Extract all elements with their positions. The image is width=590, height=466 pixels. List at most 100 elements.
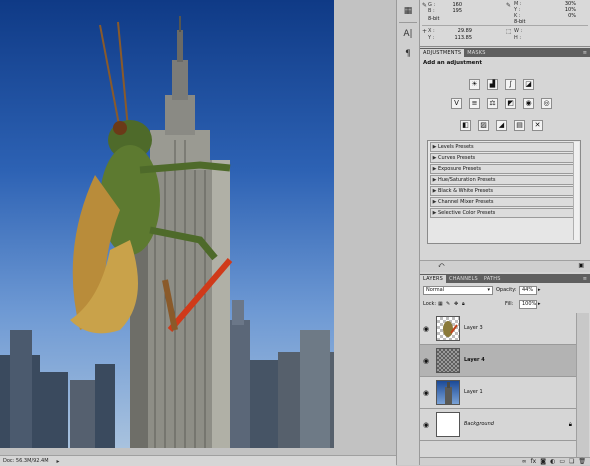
blend-mode-select[interactable]: Normal ▾ bbox=[423, 286, 493, 295]
presets-scrollbar[interactable] bbox=[573, 142, 579, 240]
adjustment-presets-list: ▶ Levels Presets ▶ Curves Presets ▶ Exposur… bbox=[427, 140, 581, 244]
preset-exposure[interactable]: ▶ Exposure Presets bbox=[430, 164, 578, 174]
tab-adjustments[interactable]: ADJUSTMENTS bbox=[420, 49, 465, 57]
document-size-readout[interactable]: Doc: 56.3M/92.4M bbox=[0, 458, 49, 464]
tab-channels[interactable]: CHANNELS bbox=[446, 275, 481, 283]
invert-icon[interactable]: ◧ bbox=[460, 120, 471, 131]
layer-row-layer-1[interactable]: ◉ Layer 1 bbox=[420, 377, 576, 409]
visibility-eye-icon[interactable]: ◉ bbox=[423, 421, 429, 429]
document-image[interactable] bbox=[0, 0, 334, 448]
grasshopper-thumbnail-art bbox=[443, 321, 458, 337]
lock-icon: 🔒︎ bbox=[568, 421, 572, 428]
status-bar: Doc: 56.3M/92.4M ▸ bbox=[0, 455, 396, 466]
layers-panel: Normal ▾ Opacity: 44% ▸ Lock: ▦ ✎ ✥ 🔒︎ F… bbox=[420, 283, 590, 465]
panel-column: ✎ G : 160 B : 195 ✎ M : 30% Y : 10% K : … bbox=[420, 0, 590, 465]
info-b-row: B : 195 bbox=[428, 8, 462, 14]
fill-input[interactable]: 100% bbox=[519, 300, 537, 309]
tab-paths[interactable]: PATHS bbox=[481, 275, 504, 283]
visibility-eye-icon[interactable]: ◉ bbox=[423, 325, 429, 333]
hue-saturation-icon[interactable]: ≡ bbox=[469, 98, 480, 109]
status-menu-arrow-icon[interactable]: ▸ bbox=[57, 458, 60, 465]
link-icon[interactable]: ∞ bbox=[522, 458, 527, 465]
preset-levels[interactable]: ▶ Levels Presets bbox=[430, 142, 578, 152]
return-to-list-icon[interactable]: ⤺ bbox=[438, 262, 444, 270]
preset-hue-saturation[interactable]: ▶ Hue/Saturation Presets bbox=[430, 175, 578, 185]
curves-icon[interactable]: ∫ bbox=[505, 79, 516, 90]
layer-row-layer-3[interactable]: ◉ Layer 3 bbox=[420, 313, 576, 345]
layer-name[interactable]: Layer 3 bbox=[464, 325, 483, 331]
selection-size-icon: ⬚ bbox=[506, 28, 512, 35]
crosshair-icon: + bbox=[422, 28, 428, 35]
lock-position-icon[interactable]: ✥ bbox=[454, 300, 458, 308]
visibility-eye-icon[interactable]: ◉ bbox=[423, 357, 429, 365]
adjustments-footer: ⤺ ▣ bbox=[420, 260, 590, 272]
expand-triangle-icon: ▶ bbox=[432, 210, 437, 216]
layer-thumbnail-checker bbox=[436, 348, 460, 373]
canvas-area[interactable]: Doc: 56.3M/92.4M ▸ bbox=[0, 0, 396, 466]
trash-icon[interactable]: 🗑︎ bbox=[578, 458, 586, 465]
adjustments-title: Add an adjustment bbox=[423, 60, 482, 66]
navigator-icon[interactable]: ▦ bbox=[399, 2, 417, 20]
tab-masks[interactable]: MASKS bbox=[464, 49, 488, 57]
layer-thumbnail-white bbox=[436, 412, 460, 437]
layer-name[interactable]: Layer 4 bbox=[464, 357, 485, 363]
layer-thumbnail-building bbox=[436, 380, 460, 405]
black-white-icon[interactable]: ◩ bbox=[505, 98, 516, 109]
channel-mixer-icon[interactable]: ◎ bbox=[541, 98, 552, 109]
layer-name[interactable]: Background bbox=[464, 421, 494, 427]
expand-triangle-icon: ▶ bbox=[432, 144, 437, 150]
composite-artwork bbox=[0, 16, 334, 448]
group-icon[interactable]: ▭ bbox=[559, 458, 565, 465]
layers-footer-toolbar: ∞ fx ◙ ◐ ▭ ❏ 🗑︎ bbox=[420, 457, 590, 465]
expand-triangle-icon: ▶ bbox=[432, 177, 437, 183]
collapsed-panel-dock: ▦ A| ¶ bbox=[396, 0, 420, 465]
gradient-map-icon[interactable]: ▤ bbox=[514, 120, 525, 131]
exposure-icon[interactable]: ◪ bbox=[523, 79, 534, 90]
info-bit-left: 8-bit bbox=[428, 16, 440, 22]
expand-triangle-icon: ▶ bbox=[432, 199, 437, 205]
layer-row-background[interactable]: ◉ Background 🔒︎ bbox=[420, 409, 576, 441]
layer-row-layer-4[interactable]: ◉ Layer 4 bbox=[420, 345, 576, 377]
vibrance-icon[interactable]: V bbox=[451, 98, 462, 109]
fill-slider-arrow-icon[interactable]: ▸ bbox=[538, 300, 541, 308]
threshold-icon[interactable]: ◢ bbox=[496, 120, 507, 131]
preset-channel-mixer[interactable]: ▶ Channel Mixer Presets bbox=[430, 197, 578, 207]
selective-color-icon[interactable]: ✕ bbox=[532, 120, 543, 131]
chevron-down-icon: ▾ bbox=[487, 287, 490, 293]
opacity-slider-arrow-icon[interactable]: ▸ bbox=[538, 286, 541, 294]
lock-pixels-icon[interactable]: ✎ bbox=[446, 300, 450, 308]
color-balance-icon[interactable]: ⚖ bbox=[487, 98, 498, 109]
layers-scrollbar[interactable] bbox=[576, 313, 589, 458]
posterize-icon[interactable]: ▨ bbox=[478, 120, 489, 131]
layers-panel-menu-icon[interactable]: ≡ bbox=[583, 275, 587, 283]
tab-layers[interactable]: LAYERS bbox=[420, 275, 446, 283]
preset-curves[interactable]: ▶ Curves Presets bbox=[430, 153, 578, 163]
adjustments-panel: Add an adjustment ☀ ▟ ∫ ◪ V ≡ ⚖ ◩ ◉ ◎ ◧ … bbox=[420, 57, 590, 272]
adjustment-layer-icon[interactable]: ◐ bbox=[550, 458, 555, 465]
dock-divider bbox=[399, 22, 417, 23]
opacity-input[interactable]: 44% bbox=[519, 286, 537, 295]
preset-black-white[interactable]: ▶ Black & White Presets bbox=[430, 186, 578, 196]
lock-transparency-icon[interactable]: ▦ bbox=[438, 300, 443, 308]
info-y-coord-row: Y : 113.85 bbox=[428, 35, 472, 41]
expand-triangle-icon: ▶ bbox=[432, 188, 437, 194]
fill-label: Fill: bbox=[505, 301, 514, 307]
fx-icon[interactable]: fx bbox=[531, 458, 537, 465]
clip-to-layer-icon[interactable]: ▣ bbox=[578, 262, 584, 269]
mask-icon[interactable]: ◙ bbox=[540, 458, 546, 465]
adjustments-panel-menu-icon[interactable]: ≡ bbox=[583, 49, 587, 57]
info-h-row: H : bbox=[514, 35, 522, 41]
new-layer-icon[interactable]: ❏ bbox=[569, 458, 574, 465]
character-panel-icon[interactable]: A| bbox=[399, 25, 417, 43]
layer-name[interactable]: Layer 1 bbox=[464, 389, 483, 395]
layer-thumbnail-grasshopper bbox=[436, 316, 460, 341]
paragraph-panel-icon[interactable]: ¶ bbox=[399, 45, 417, 63]
visibility-eye-icon[interactable]: ◉ bbox=[423, 389, 429, 397]
info-w-row: W : bbox=[514, 28, 523, 34]
levels-icon[interactable]: ▟ bbox=[487, 79, 498, 90]
expand-triangle-icon: ▶ bbox=[432, 166, 437, 172]
photo-filter-icon[interactable]: ◉ bbox=[523, 98, 534, 109]
preset-selective-color[interactable]: ▶ Selective Color Presets bbox=[430, 208, 578, 218]
brightness-contrast-icon[interactable]: ☀ bbox=[469, 79, 480, 90]
lock-all-icon[interactable]: 🔒︎ bbox=[462, 300, 465, 308]
